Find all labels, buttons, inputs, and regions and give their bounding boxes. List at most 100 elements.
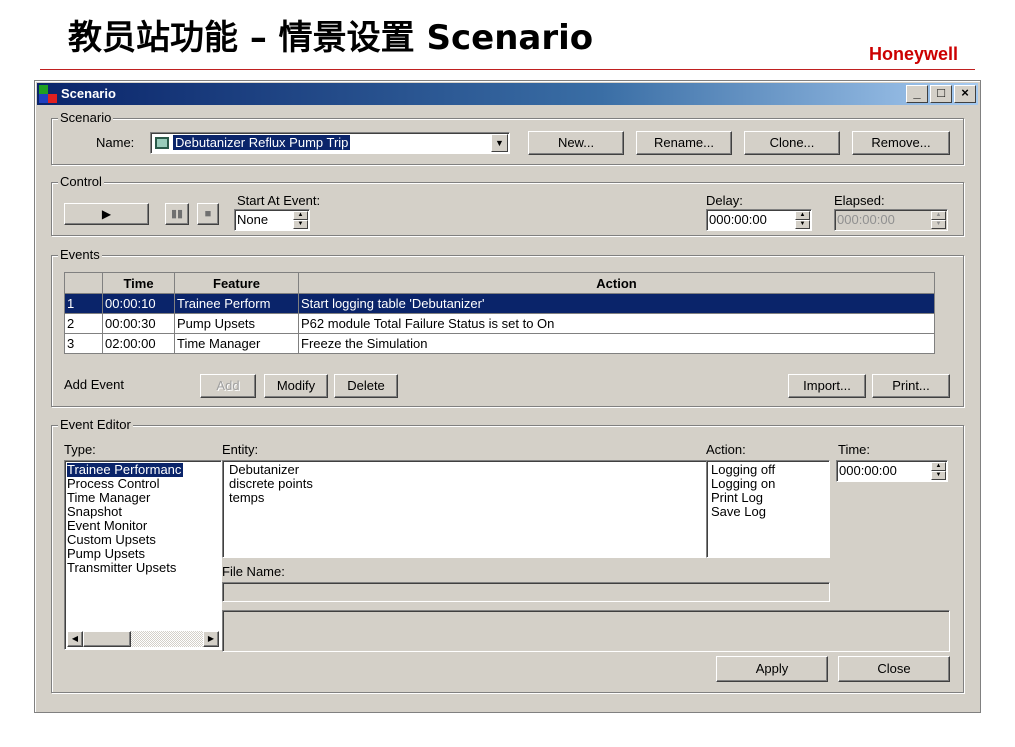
column-header-time[interactable]: Time	[102, 272, 175, 294]
stop-button[interactable]: ■	[197, 203, 219, 225]
scenario-window: Scenario _ □ × Scenario Name: Debutanize…	[34, 80, 981, 713]
entity-label: Entity:	[222, 442, 259, 457]
list-item[interactable]: Trainee Performanc	[67, 463, 184, 477]
event-editor-group: Event Editor Type: Trainee Performanc Pr…	[51, 417, 964, 693]
entity-listbox[interactable]: Debutanizer discrete points temps	[222, 460, 708, 558]
scenario-icon	[155, 137, 169, 149]
row-num: 3	[64, 333, 103, 354]
table-row[interactable]: 2 00:00:30 Pump Upsets P62 module Total …	[64, 313, 935, 334]
events-group-label: Events	[58, 247, 102, 262]
delay-field[interactable]: 000:00:00 ▲ ▼	[706, 209, 812, 231]
list-item[interactable]: Custom Upsets	[67, 533, 156, 547]
column-header-feature[interactable]: Feature	[174, 272, 299, 294]
new-button[interactable]: New...	[528, 131, 624, 155]
apply-button[interactable]: Apply	[716, 656, 828, 682]
list-item[interactable]: Pump Upsets	[67, 547, 145, 561]
row-feature: Time Manager	[174, 333, 299, 354]
scroll-right-button[interactable]: ▶	[203, 631, 219, 647]
remove-button[interactable]: Remove...	[852, 131, 950, 155]
play-icon: ▶	[101, 207, 112, 221]
list-item[interactable]: Debutanizer	[229, 463, 299, 477]
spin-arrows-icon[interactable]: ▲ ▼	[795, 211, 810, 229]
delay-label: Delay:	[706, 193, 743, 208]
stop-icon: ■	[204, 208, 212, 220]
file-name-field[interactable]	[222, 582, 830, 602]
row-action: Start logging table 'Debutanizer'	[298, 293, 935, 314]
list-item[interactable]: discrete points	[229, 477, 313, 491]
row-feature: Trainee Perform	[174, 293, 299, 314]
start-at-event-label: Start At Event:	[237, 193, 321, 208]
delete-button[interactable]: Delete	[334, 374, 398, 398]
import-button[interactable]: Import...	[788, 374, 866, 398]
events-table: Time Feature Action 1 00:00:10 Trainee P…	[64, 272, 935, 354]
scrollbar-thumb[interactable]	[83, 631, 131, 647]
chevron-down-icon[interactable]: ▼	[491, 134, 508, 152]
list-item[interactable]: Save Log	[711, 505, 766, 519]
window-title: Scenario	[61, 86, 116, 101]
time-field[interactable]: 000:00:00 ▲ ▼	[836, 460, 948, 482]
column-header-action[interactable]: Action	[298, 272, 935, 294]
spin-arrows-icon[interactable]: ▲ ▼	[293, 211, 308, 229]
chevron-left-icon: ◀	[71, 634, 79, 643]
horizontal-scrollbar[interactable]: ◀ ▶	[67, 631, 219, 647]
list-item[interactable]: Snapshot	[67, 505, 122, 519]
modify-button[interactable]: Modify	[264, 374, 328, 398]
window-titlebar[interactable]: Scenario _ □ ×	[37, 83, 978, 105]
column-header-num[interactable]	[64, 272, 103, 294]
elapsed-label: Elapsed:	[834, 193, 885, 208]
scroll-left-button[interactable]: ◀	[67, 631, 83, 647]
elapsed-field: 000:00:00 ▲ ▼	[834, 209, 948, 231]
chevron-right-icon: ▶	[207, 634, 215, 643]
print-button[interactable]: Print...	[872, 374, 950, 398]
maximize-button[interactable]: □	[930, 85, 952, 103]
list-item[interactable]: Event Monitor	[67, 519, 147, 533]
scenario-group: Scenario Name: Debutanizer Reflux Pump T…	[51, 110, 964, 165]
row-action: Freeze the Simulation	[298, 333, 935, 354]
type-listbox[interactable]: Trainee Performanc Process Control Time …	[64, 460, 222, 650]
row-time: 00:00:10	[102, 293, 175, 314]
event-editor-group-label: Event Editor	[58, 417, 133, 432]
table-row[interactable]: 1 00:00:10 Trainee Perform Start logging…	[64, 293, 935, 314]
add-button[interactable]: Add	[200, 374, 256, 398]
close-button[interactable]: Close	[838, 656, 950, 682]
elapsed-value: 000:00:00	[837, 212, 895, 227]
type-label: Type:	[64, 442, 96, 457]
add-event-label: Add Event	[64, 377, 124, 392]
row-time: 02:00:00	[102, 333, 175, 354]
events-group: Events Time Feature Action 1 00:00:10 Tr…	[51, 247, 964, 407]
action-listbox[interactable]: Logging off Logging on Print Log Save Lo…	[706, 460, 830, 558]
clone-button[interactable]: Clone...	[744, 131, 840, 155]
list-item[interactable]: Process Control	[67, 477, 159, 491]
row-action: P62 module Total Failure Status is set t…	[298, 313, 935, 334]
pause-icon: ▮▮	[170, 208, 184, 220]
control-group: Control ▶ ▮▮ ■ Start At Event: None ▲ ▼ D…	[51, 174, 964, 236]
name-label: Name:	[96, 135, 135, 150]
control-group-label: Control	[58, 174, 104, 189]
list-item[interactable]: Transmitter Upsets	[67, 561, 176, 575]
start-at-event-spinner[interactable]: None ▲ ▼	[234, 209, 310, 231]
delay-value: 000:00:00	[709, 212, 767, 227]
spin-arrows-icon[interactable]: ▲ ▼	[931, 462, 946, 480]
action-label: Action:	[706, 442, 746, 457]
scenario-group-label: Scenario	[58, 110, 114, 125]
time-value: 000:00:00	[839, 463, 897, 478]
list-item[interactable]: temps	[229, 491, 264, 505]
rename-button[interactable]: Rename...	[636, 131, 732, 155]
honeywell-logo: Honeywell	[868, 44, 958, 64]
play-button[interactable]: ▶	[64, 203, 149, 225]
close-window-button[interactable]: ×	[954, 85, 976, 103]
list-item[interactable]: Logging off	[711, 463, 775, 477]
events-header-row: Time Feature Action	[64, 272, 935, 294]
scenario-name-value: Debutanizer Reflux Pump Trip	[173, 135, 351, 150]
list-item[interactable]: Logging on	[711, 477, 775, 491]
row-feature: Pump Upsets	[174, 313, 299, 334]
scenario-name-combo[interactable]: Debutanizer Reflux Pump Trip ▼	[150, 132, 510, 154]
start-at-event-value: None	[237, 212, 269, 227]
minimize-button[interactable]: _	[906, 85, 928, 103]
time-label: Time:	[838, 442, 871, 457]
list-item[interactable]: Print Log	[711, 491, 763, 505]
file-name-label: File Name:	[222, 564, 285, 579]
table-row[interactable]: 3 02:00:00 Time Manager Freeze the Simul…	[64, 333, 935, 354]
pause-button[interactable]: ▮▮	[165, 203, 189, 225]
list-item[interactable]: Time Manager	[67, 491, 150, 505]
